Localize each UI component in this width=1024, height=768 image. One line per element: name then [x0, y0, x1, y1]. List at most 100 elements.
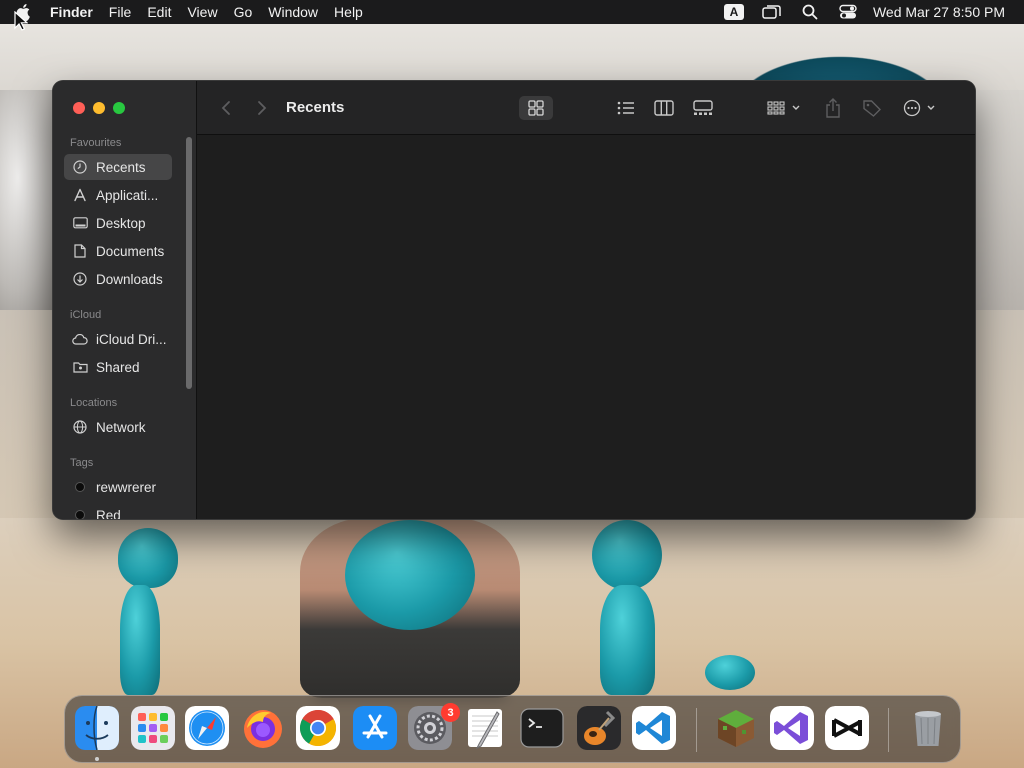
dock-launchpad-icon[interactable] [131, 706, 175, 750]
menu-go[interactable]: Go [226, 0, 261, 24]
sidebar-item-label: Network [96, 419, 146, 435]
clock-icon [72, 159, 88, 175]
sidebar-item-downloads[interactable]: Downloads [64, 266, 172, 292]
icon-view-button[interactable] [519, 96, 553, 120]
running-indicator [95, 757, 99, 761]
wallpaper-alien [600, 585, 655, 695]
tag-icon [863, 100, 881, 117]
wallpaper-alien [345, 520, 475, 630]
menu-file[interactable]: File [101, 0, 140, 24]
menu-view[interactable]: View [179, 0, 225, 24]
dock-garageband-icon[interactable] [577, 706, 621, 750]
dock-vscode-icon[interactable] [632, 706, 676, 750]
dock-separator [888, 708, 889, 752]
sidebar-header-tags: Tags [70, 457, 94, 469]
gallery-view-button[interactable] [691, 96, 715, 120]
wallpaper-right [975, 90, 1024, 310]
gallery-icon [693, 100, 713, 115]
dock-trash-icon[interactable] [906, 706, 950, 750]
file-browser-area[interactable] [197, 135, 975, 519]
dock-visual-studio-icon[interactable] [770, 706, 814, 750]
menu-edit[interactable]: Edit [139, 0, 179, 24]
dock-capcut-icon[interactable] [825, 706, 869, 750]
dock-minecraft-icon[interactable] [714, 706, 758, 750]
list-view-button[interactable] [615, 96, 637, 120]
wallpaper-left [0, 90, 60, 310]
sidebar-item-shared[interactable]: Shared [64, 354, 172, 380]
ellipsis-circle-icon [903, 99, 935, 117]
minimize-button[interactable] [93, 102, 105, 114]
sidebar-scrollbar[interactable] [186, 137, 192, 389]
finder-window: Favourites Recents Applicati... Desktop … [53, 81, 975, 519]
sidebar-item-label: rewwrerer [96, 479, 157, 495]
sidebar-item-recents[interactable]: Recents [64, 154, 172, 180]
menu-bar: Finder File Edit View Go Window Help A W… [0, 0, 1024, 24]
sidebar-item-applications[interactable]: Applicati... [64, 182, 172, 208]
sidebar-item-network[interactable]: Network [64, 414, 172, 440]
dock: 3 [64, 695, 961, 763]
window-title: Recents [286, 99, 345, 116]
notification-badge: 3 [441, 703, 460, 722]
share-button[interactable] [823, 96, 843, 120]
tag-color-dot-icon [72, 479, 88, 495]
close-button[interactable] [73, 102, 85, 114]
applications-icon [72, 187, 88, 203]
dock-app-store-icon[interactable] [353, 706, 397, 750]
sidebar-item-label: Downloads [96, 271, 163, 287]
column-view-button[interactable] [653, 96, 675, 120]
control-center-icon[interactable] [837, 3, 859, 21]
zoom-button[interactable] [113, 102, 125, 114]
tag-color-dot-icon [72, 507, 88, 519]
download-icon [72, 271, 88, 287]
menu-app-finder[interactable]: Finder [46, 0, 101, 24]
dock-safari-icon[interactable] [185, 706, 229, 750]
wallpaper-alien [592, 520, 662, 590]
forward-button[interactable] [253, 96, 271, 120]
sidebar-item-tag-rewwrerer[interactable]: rewwrerer [64, 474, 172, 500]
chevron-right-icon [258, 101, 267, 115]
finder-toolbar: Recents [197, 81, 975, 135]
sidebar-header-icloud: iCloud [70, 309, 102, 321]
spotlight-search-icon[interactable] [799, 3, 821, 21]
menu-window[interactable]: Window [260, 0, 326, 24]
tag-button[interactable] [861, 96, 883, 120]
columns-icon [654, 100, 674, 116]
input-source-label: A [723, 4, 744, 20]
dock-chrome-icon[interactable] [296, 706, 340, 750]
group-by-button[interactable] [765, 96, 805, 120]
wallpaper-alien [118, 528, 178, 588]
share-icon [826, 98, 840, 118]
dock-finder-icon[interactable] [75, 706, 119, 750]
list-icon [617, 101, 634, 115]
more-actions-button[interactable] [901, 96, 941, 120]
menubar-clock[interactable]: Wed Mar 27 8:50 PM [873, 4, 1005, 20]
mouse-cursor-icon [14, 10, 29, 36]
sidebar-item-icloud-drive[interactable]: iCloud Dri... [64, 326, 172, 352]
dock-textedit-icon[interactable] [463, 706, 507, 750]
sidebar-item-label: Recents [96, 159, 146, 175]
cloud-icon [72, 331, 88, 347]
sidebar-header-favourites: Favourites [70, 137, 122, 149]
back-button[interactable] [217, 96, 235, 120]
shared-folder-icon [72, 359, 88, 375]
wallpaper-alien [705, 655, 755, 690]
sidebar-item-label: iCloud Dri... [96, 331, 167, 347]
desktop-icon [72, 215, 88, 231]
dock-firefox-icon[interactable] [241, 706, 285, 750]
sidebar-item-documents[interactable]: Documents [64, 238, 172, 264]
input-source-icon[interactable]: A [723, 3, 745, 21]
sidebar-item-desktop[interactable]: Desktop [64, 210, 172, 236]
sidebar-item-label: Shared [96, 359, 140, 375]
grid-icon [528, 100, 544, 116]
chevron-left-icon [221, 101, 230, 115]
sidebar-header-locations: Locations [70, 397, 118, 409]
sidebar-item-label: Red [96, 507, 121, 520]
menu-help[interactable]: Help [326, 0, 371, 24]
wallpaper-alien [120, 585, 160, 695]
sidebar-item-tag-red[interactable]: Red [64, 502, 172, 519]
window-switcher-icon[interactable] [761, 3, 783, 21]
sidebar-item-label: Documents [96, 243, 165, 259]
globe-icon [72, 419, 88, 435]
group-grid-icon [767, 101, 800, 115]
dock-terminal-icon[interactable] [520, 706, 564, 750]
